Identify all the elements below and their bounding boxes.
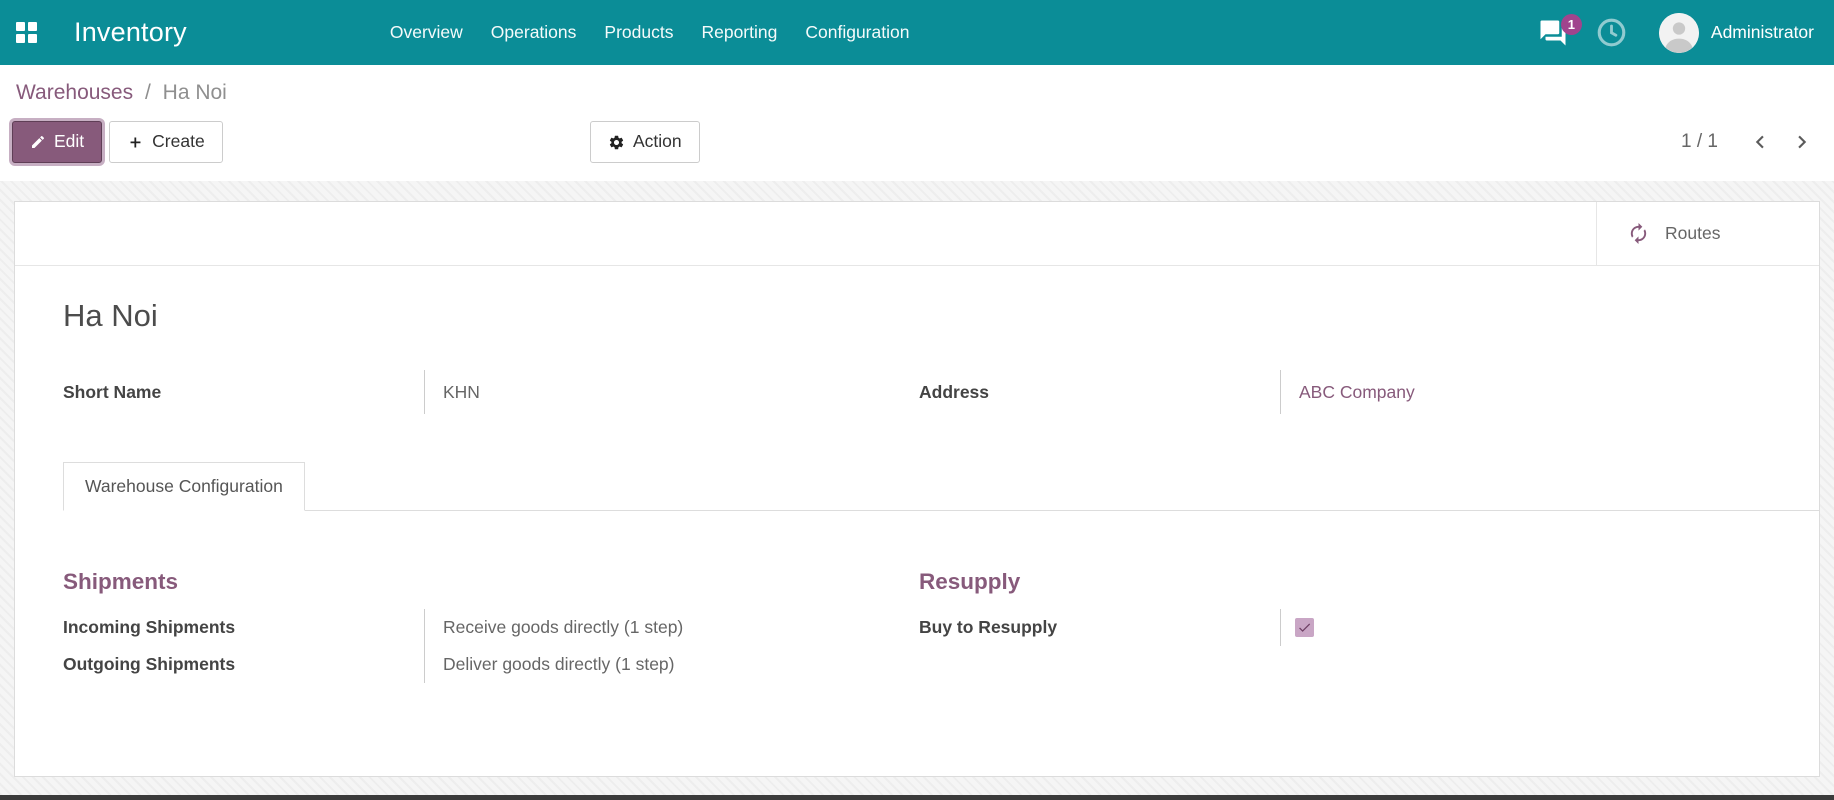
activities-button[interactable] — [1586, 11, 1637, 54]
pager-value: 1 / 1 — [1681, 131, 1718, 152]
clock-icon — [1596, 17, 1627, 48]
field-outgoing-shipments: Outgoing Shipments Deliver goods directl… — [63, 646, 915, 683]
button-box: Routes — [15, 202, 1819, 266]
chevron-right-icon — [1790, 130, 1814, 154]
create-button[interactable]: Create — [109, 121, 223, 163]
menu-reporting[interactable]: Reporting — [687, 0, 791, 65]
sheet-body: Ha Noi Short Name KHN Address ABC Compan… — [15, 266, 1819, 776]
sync-icon — [1627, 222, 1650, 245]
app-brand[interactable]: Inventory — [74, 17, 187, 48]
user-menu[interactable]: Administrator — [1645, 12, 1818, 53]
action-button-label: Action — [633, 131, 682, 152]
incoming-shipments-value: Receive goods directly (1 step) — [424, 609, 915, 646]
resupply-section-title: Resupply — [919, 569, 1021, 594]
routes-button[interactable]: Routes — [1596, 202, 1819, 265]
messages-badge: 1 — [1560, 13, 1582, 35]
routes-button-label: Routes — [1665, 223, 1721, 243]
gear-icon — [608, 134, 625, 151]
resupply-group: Resupply Buy to Resupply — [919, 569, 1771, 683]
checkmark-icon — [1297, 620, 1312, 635]
apps-grid-icon — [15, 22, 37, 43]
form-view: Routes Ha Noi Short Name KHN Address ABC… — [0, 181, 1834, 795]
address-label: Address — [919, 381, 990, 402]
create-button-label: Create — [152, 131, 205, 152]
notebook-tabs: Warehouse Configuration — [63, 462, 1819, 511]
chevron-left-icon — [1748, 130, 1772, 154]
address-company-link[interactable]: ABC Company — [1299, 382, 1415, 403]
control-panel: Warehouses / Ha Noi Edit Create Action 1… — [0, 65, 1834, 181]
menu-operations[interactable]: Operations — [477, 0, 591, 65]
plus-icon — [127, 134, 144, 151]
menu-configuration[interactable]: Configuration — [791, 0, 923, 65]
pencil-icon — [30, 134, 46, 150]
pager-next-button[interactable] — [1786, 126, 1818, 158]
field-grid: Short Name KHN Address ABC Company — [63, 370, 1771, 414]
field-incoming-shipments: Incoming Shipments Receive goods directl… — [63, 609, 915, 646]
navbar-left: Inventory Overview Operations Products R… — [0, 0, 923, 65]
apps-menu-button[interactable] — [0, 0, 52, 65]
short-name-value: KHN — [424, 370, 915, 414]
user-avatar — [1658, 12, 1699, 53]
top-navbar: Inventory Overview Operations Products R… — [0, 0, 1834, 65]
app-window: Inventory Overview Operations Products R… — [0, 0, 1834, 800]
tab-content: Shipments Incoming Shipments Receive goo… — [63, 569, 1771, 683]
messages-button[interactable]: 1 — [1528, 12, 1582, 54]
breadcrumb-separator: / — [144, 81, 151, 104]
shipments-section-title: Shipments — [63, 569, 179, 594]
user-name: Administrator — [1710, 22, 1814, 42]
record-title: Ha Noi — [63, 298, 158, 333]
tab-warehouse-configuration[interactable]: Warehouse Configuration — [63, 462, 305, 511]
field-buy-to-resupply: Buy to Resupply — [919, 609, 1771, 646]
outgoing-shipments-value: Deliver goods directly (1 step) — [424, 646, 915, 683]
menu-overview[interactable]: Overview — [376, 0, 477, 65]
bottom-edge — [0, 795, 1834, 800]
action-button[interactable]: Action — [590, 121, 700, 163]
incoming-shipments-label: Incoming Shipments — [63, 617, 236, 637]
short-name-label: Short Name — [63, 381, 162, 402]
control-panel-buttons: Edit Create Action 1 / 1 — [0, 115, 1834, 181]
form-sheet: Routes Ha Noi Short Name KHN Address ABC… — [14, 201, 1820, 777]
buy-to-resupply-checkbox[interactable] — [1295, 618, 1314, 637]
breadcrumb: Warehouses / Ha Noi — [0, 65, 1834, 115]
field-address: Address ABC Company — [919, 370, 1771, 414]
navbar-right: 1 Administrator — [1528, 0, 1818, 65]
menu-products[interactable]: Products — [590, 0, 687, 65]
breadcrumb-warehouses-link[interactable]: Warehouses — [16, 81, 133, 104]
shipments-group: Shipments Incoming Shipments Receive goo… — [63, 569, 915, 683]
edit-button-label: Edit — [54, 131, 85, 152]
field-short-name: Short Name KHN — [63, 370, 915, 414]
app-menu: Overview Operations Products Reporting C… — [376, 0, 924, 65]
edit-button[interactable]: Edit — [12, 121, 103, 163]
pager-previous-button[interactable] — [1744, 126, 1776, 158]
buy-to-resupply-label: Buy to Resupply — [919, 617, 1058, 637]
pager: 1 / 1 — [1681, 126, 1818, 158]
outgoing-shipments-label: Outgoing Shipments — [63, 654, 236, 674]
breadcrumb-current: Ha Noi — [162, 81, 227, 104]
